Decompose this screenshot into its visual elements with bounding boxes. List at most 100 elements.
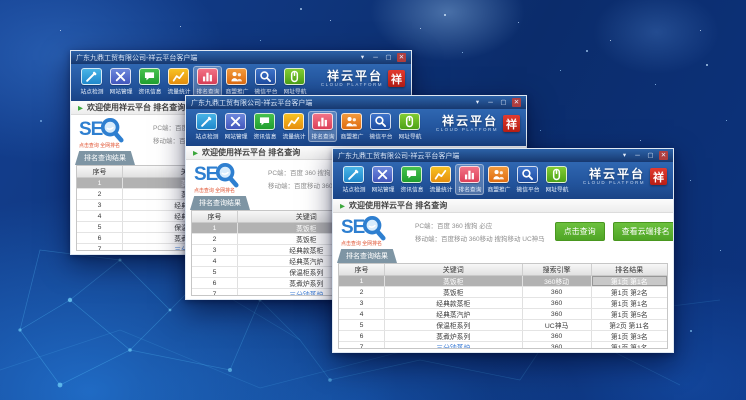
tools-icon (110, 68, 131, 85)
breadcrumb-arrow-icon: ▶ (193, 149, 198, 157)
app-window[interactable]: 广东九鼎工贸有限公司-祥云平台客户端 ▾ ─ ▢ ✕ 站点检测网站管理资讯信息流… (332, 148, 674, 353)
toolbar-item-mouse[interactable]: 网址导航 (395, 111, 424, 142)
skin-icon[interactable]: ▾ (473, 98, 482, 107)
maximize-icon[interactable]: ▢ (384, 53, 393, 62)
toolbar-item-label: 资讯信息 (400, 185, 423, 194)
cell-result: 第2页 第11名 (592, 320, 667, 330)
cell-no: 6 (339, 331, 385, 341)
engine-list: PC端：百度 360 搜狗 必应 移动端：百度移动 360移动 搜狗移动 UC神… (415, 220, 545, 243)
toolbar-item-tools[interactable]: 网站管理 (368, 164, 397, 195)
skin-icon[interactable]: ▾ (358, 53, 367, 62)
toolbar-item-tools[interactable]: 网站管理 (106, 66, 135, 97)
close-icon[interactable]: ✕ (659, 151, 668, 160)
table-row[interactable]: 6蒸煮炉系列360第1页 第3名 (339, 331, 667, 342)
seo-logo-text: SE (79, 120, 102, 139)
cell-result: 第1页 第5名 (592, 309, 667, 319)
toolbar-item-bar-chart[interactable]: 排名查询 (308, 111, 337, 142)
toolbar-item-pencil[interactable]: 站点检测 (192, 111, 221, 142)
tab-rank-results[interactable]: 排名查询结果 (190, 196, 250, 210)
toolbar-item-tools[interactable]: 网站管理 (221, 111, 250, 142)
title-bar[interactable]: 广东九鼎工贸有限公司-祥云平台客户端 ▾ ─ ▢ ✕ (333, 149, 673, 162)
col-header-no: 序号 (77, 166, 123, 177)
people-icon (341, 113, 362, 130)
cell-no: 3 (339, 298, 385, 308)
toolbar-item-label: 网站管理 (109, 87, 132, 96)
magnifier-icon (255, 68, 276, 85)
pencil-icon (81, 68, 102, 85)
toolbar-item-mouse[interactable]: 网址导航 (542, 164, 571, 195)
query-button[interactable]: 点击查询 (555, 222, 605, 241)
toolbar-item-bar-chart[interactable]: 排名查询 (193, 66, 222, 97)
table-row[interactable]: 1蒸饭柜360移动第1页 第1名 (339, 276, 667, 287)
toolbar-item-magnifier[interactable]: 微信平台 (366, 111, 395, 142)
mouse-icon (399, 113, 420, 130)
cell-no: 7 (192, 289, 238, 296)
col-header-result: 排名结果 (592, 264, 667, 275)
breadcrumb-text: 欢迎使用祥云平台 排名查询 (202, 147, 300, 158)
maximize-icon[interactable]: ▢ (646, 151, 655, 160)
toolbar-item-bar-chart[interactable]: 排名查询 (455, 164, 484, 195)
title-bar[interactable]: 广东九鼎工贸有限公司-祥云平台客户端 ▾ ─ ▢ ✕ (71, 51, 411, 64)
window-title: 广东九鼎工贸有限公司-祥云平台客户端 (76, 53, 358, 63)
toolbar-item-magnifier[interactable]: 微信平台 (513, 164, 542, 195)
cell-no: 4 (192, 256, 238, 266)
title-bar[interactable]: 广东九鼎工贸有限公司-祥云平台客户端 ▾ ─ ▢ ✕ (186, 96, 526, 109)
pc-engines-line: PC端：百度 360 搜狗 必应 (415, 220, 545, 230)
cell-engine: 360 (523, 342, 592, 349)
minimize-icon[interactable]: ─ (486, 98, 495, 107)
cell-keyword: 保温柜系列 (385, 320, 523, 330)
minimize-icon[interactable]: ─ (371, 53, 380, 62)
table-row[interactable]: 5保温柜系列UC神马第2页 第11名 (339, 320, 667, 331)
mouse-icon (284, 68, 305, 85)
toolbar-item-label: 网址导航 (545, 185, 568, 194)
table-row[interactable]: 4经典蒸汽炉360第1页 第5名 (339, 309, 667, 320)
toolbar-item-line-chart[interactable]: 流量统计 (426, 164, 455, 195)
rank-table: 序号 关键词 搜索引擎 排名结果 1蒸饭柜360移动第1页 第1名2蒸饭柜360… (338, 263, 668, 349)
toolbar-item-label: 网站管理 (371, 185, 394, 194)
magnifier-logo-icon (215, 162, 239, 188)
window-controls: ▾ ─ ▢ ✕ (358, 53, 406, 62)
table-row[interactable]: 3经典款蒸柜360第1页 第1名 (339, 298, 667, 309)
toolbar-item-mouse[interactable]: 网址导航 (280, 66, 309, 97)
maximize-icon[interactable]: ▢ (499, 98, 508, 107)
view-cloud-rank-button[interactable]: 查看云端排名 (613, 222, 674, 241)
toolbar-item-chat[interactable]: 资讯信息 (250, 111, 279, 142)
table-row[interactable]: 2蒸饭柜360第1页 第2名 (339, 287, 667, 298)
brand-name: 祥云平台 (583, 168, 645, 180)
bar-chart-icon (459, 166, 480, 183)
col-header-no: 序号 (339, 264, 385, 275)
toolbar-item-magnifier[interactable]: 微信平台 (251, 66, 280, 97)
col-header-engine: 搜索引擎 (523, 264, 592, 275)
query-header-band: SE 点击查询 全网排名 PC端：百度 360 搜狗 必应 移动端：百度移动 3… (333, 213, 673, 249)
toolbar-item-pencil[interactable]: 站点检测 (77, 66, 106, 97)
skin-icon[interactable]: ▾ (620, 151, 629, 160)
tab-rank-results[interactable]: 排名查询结果 (75, 151, 135, 165)
toolbar-item-chat[interactable]: 资讯信息 (397, 164, 426, 195)
cell-no: 5 (339, 320, 385, 330)
breadcrumb-arrow-icon: ▶ (340, 202, 345, 210)
tab-rank-results[interactable]: 排名查询结果 (337, 249, 397, 263)
line-chart-icon (430, 166, 451, 183)
table-row[interactable]: 7三分钟蒸炉360第1页 第1名 (339, 342, 667, 349)
close-icon[interactable]: ✕ (397, 53, 406, 62)
toolbar-item-people[interactable]: 商盟推广 (484, 164, 513, 195)
toolbar-item-people[interactable]: 商盟推广 (337, 111, 366, 142)
seo-tagline: 点击查询 全网排名 (79, 144, 120, 149)
line-chart-icon (168, 68, 189, 85)
bar-chart-icon (312, 113, 333, 130)
cell-no: 2 (192, 234, 238, 244)
toolbar-item-people[interactable]: 商盟推广 (222, 66, 251, 97)
toolbar-item-line-chart[interactable]: 流量统计 (279, 111, 308, 142)
window-controls: ▾ ─ ▢ ✕ (473, 98, 521, 107)
brand-name: 祥云平台 (436, 115, 498, 127)
minimize-icon[interactable]: ─ (633, 151, 642, 160)
brand-logo: 祥云平台 CLOUD PLATFORM 祥 (436, 111, 520, 133)
cell-keyword: 蒸饭柜 (385, 287, 523, 297)
toolbar-item-chat[interactable]: 资讯信息 (135, 66, 164, 97)
brand-logo: 祥云平台 CLOUD PLATFORM 祥 (583, 164, 667, 186)
close-icon[interactable]: ✕ (512, 98, 521, 107)
toolbar-items: 站点检测网站管理资讯信息流量统计排名查询商盟推广微信平台网址导航 (77, 66, 309, 97)
cell-no: 3 (192, 245, 238, 255)
toolbar-item-line-chart[interactable]: 流量统计 (164, 66, 193, 97)
toolbar-item-pencil[interactable]: 站点检测 (339, 164, 368, 195)
